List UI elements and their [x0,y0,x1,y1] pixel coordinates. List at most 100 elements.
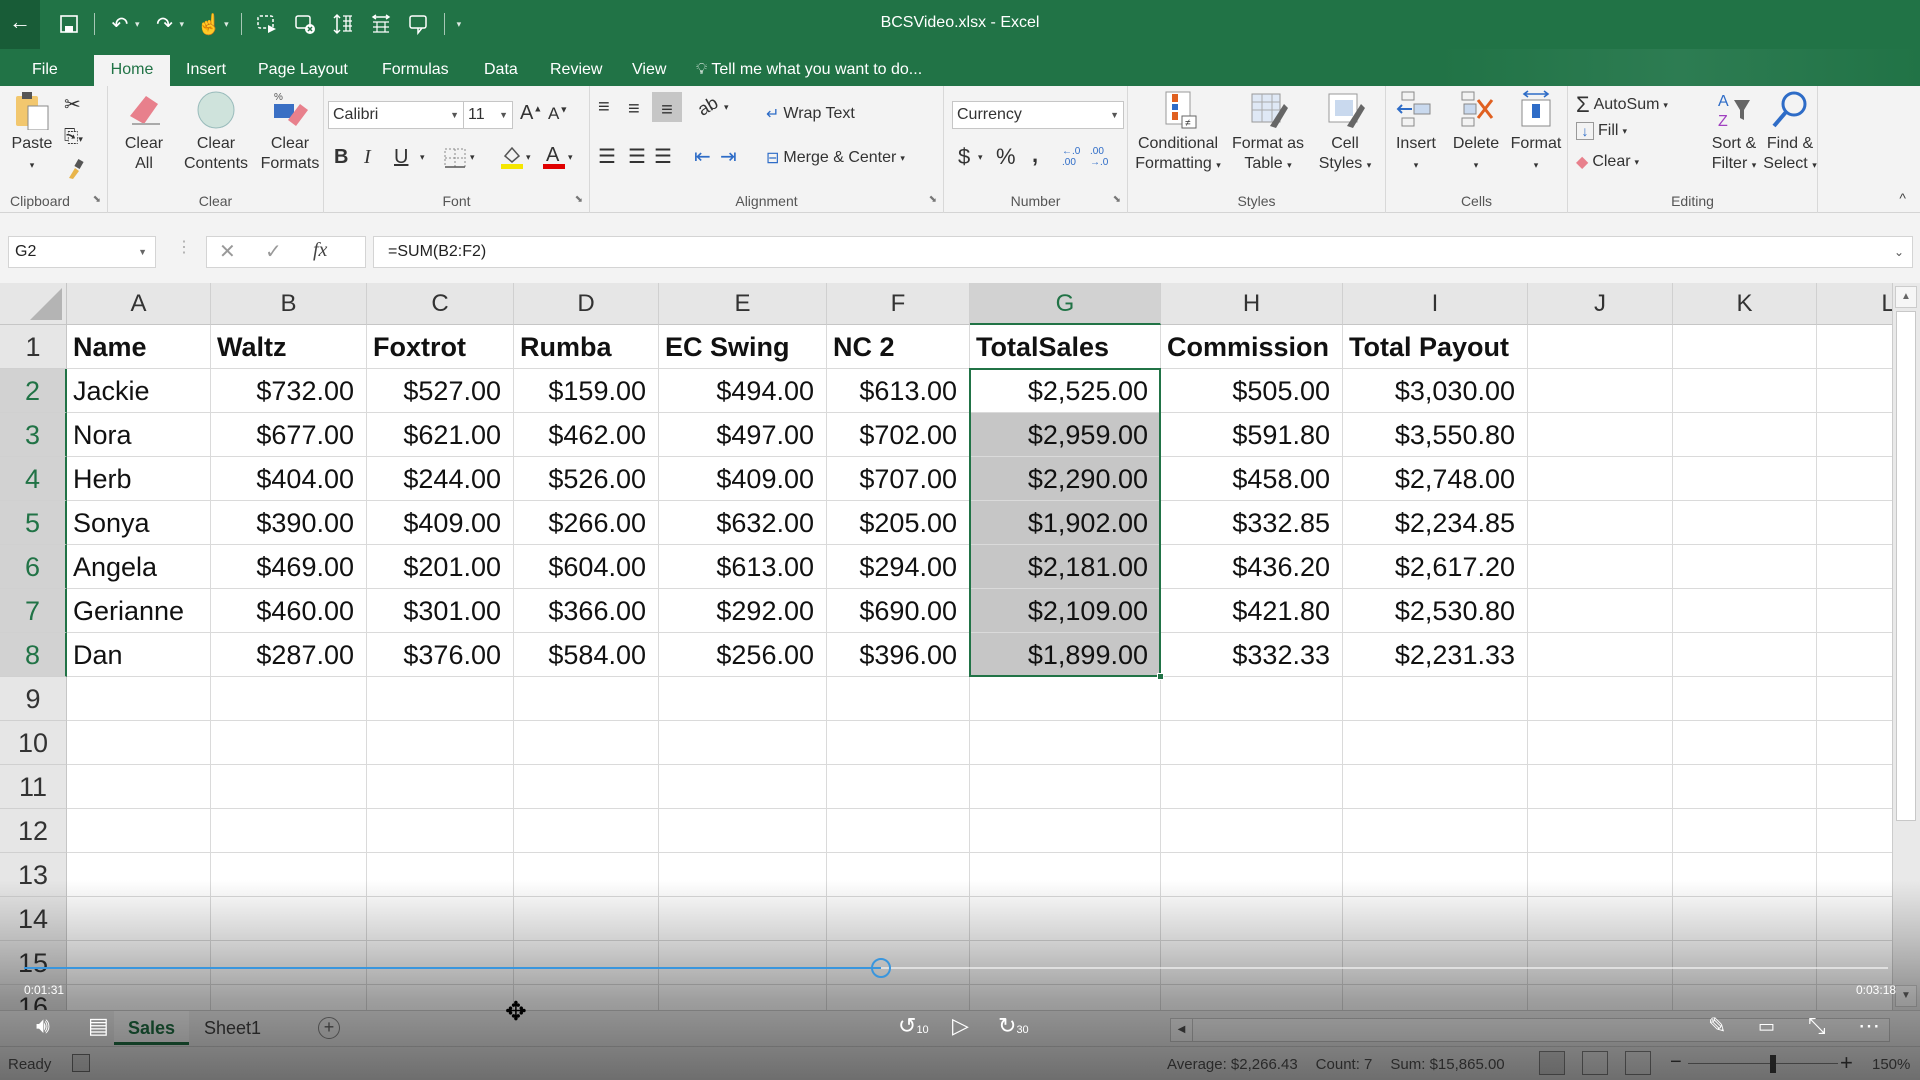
find-select-button[interactable]: Find & Select ▾ [1762,90,1818,175]
cell-d15[interactable] [514,941,659,985]
cell-d12[interactable] [514,809,659,853]
insert-cells-button[interactable]: Insert ▾ [1388,90,1444,175]
cell-c15[interactable] [367,941,514,985]
cell-j2[interactable] [1528,369,1673,413]
align-left-icon[interactable]: ☰ [598,144,616,169]
cell-b11[interactable] [211,765,367,809]
cell-h13[interactable] [1161,853,1343,897]
vertical-scroll-thumb[interactable] [1896,311,1916,821]
row-header-3[interactable]: 3 [0,413,67,457]
align-center-icon[interactable]: ☰ [628,144,646,169]
cell-b12[interactable] [211,809,367,853]
cell-b10[interactable] [211,721,367,765]
cell-h12[interactable] [1161,809,1343,853]
cell-l13[interactable] [1817,853,1892,897]
cell-a14[interactable] [67,897,211,941]
cell-a7[interactable]: Gerianne [67,589,211,633]
cell-i14[interactable] [1343,897,1528,941]
tab-page-layout[interactable]: Page Layout [248,55,358,86]
cell-j9[interactable] [1528,677,1673,721]
cell-c1[interactable]: Foxtrot [367,325,514,369]
cell-e15[interactable] [659,941,827,985]
cell-d8[interactable]: $584.00 [514,633,659,677]
decrease-font-icon[interactable]: A▼ [548,104,568,124]
cell-h11[interactable] [1161,765,1343,809]
borders-icon[interactable] [444,148,466,174]
cell-styles-button[interactable]: Cell Styles ▾ [1310,90,1380,175]
cell-l6[interactable] [1817,545,1892,589]
cut-icon[interactable]: ✂ [64,92,81,117]
cell-d11[interactable] [514,765,659,809]
cell-f7[interactable]: $690.00 [827,589,970,633]
fill-color-dropdown-icon[interactable]: ▾ [526,152,531,163]
column-header-e[interactable]: E [659,283,827,325]
cell-c6[interactable]: $201.00 [367,545,514,589]
clear-all-button[interactable]: Clear All [114,90,174,174]
picture-in-picture-icon[interactable]: ▭ [1758,1016,1775,1037]
align-middle-icon[interactable]: ≡ [628,98,640,121]
cell-c11[interactable] [367,765,514,809]
cell-c10[interactable] [367,721,514,765]
cell-f3[interactable]: $702.00 [827,413,970,457]
cell-j7[interactable] [1528,589,1673,633]
cell-b13[interactable] [211,853,367,897]
zoom-slider-thumb[interactable] [1770,1055,1776,1073]
cell-k3[interactable] [1673,413,1817,457]
row-header-6[interactable]: 6 [0,545,67,589]
borders-dropdown-icon[interactable]: ▾ [470,152,475,163]
sheet-tab-sheet1[interactable]: Sheet1 [190,1011,275,1045]
cell-e6[interactable]: $613.00 [659,545,827,589]
format-as-table-button[interactable]: Format as Table ▾ [1226,90,1310,175]
cell-b4[interactable]: $404.00 [211,457,367,501]
delete-cells-button[interactable]: Delete ▾ [1444,90,1508,175]
cell-k4[interactable] [1673,457,1817,501]
orientation-dropdown-icon[interactable]: ▾ [724,102,729,113]
cell-h14[interactable] [1161,897,1343,941]
name-box[interactable]: G2 ▼ [8,236,156,268]
align-top-icon[interactable]: ≡ [598,96,610,119]
cell-c7[interactable]: $301.00 [367,589,514,633]
zoom-out-icon[interactable]: − [1670,1051,1682,1074]
cell-h6[interactable]: $436.20 [1161,545,1343,589]
clear-contents-button[interactable]: Clear Contents [174,90,258,174]
more-options-icon[interactable]: ⋯ [1858,1013,1880,1039]
cell-k8[interactable] [1673,633,1817,677]
cell-k12[interactable] [1673,809,1817,853]
cell-f11[interactable] [827,765,970,809]
cell-c12[interactable] [367,809,514,853]
cell-a6[interactable]: Angela [67,545,211,589]
cell-c9[interactable] [367,677,514,721]
cell-k14[interactable] [1673,897,1817,941]
video-progress-bar[interactable] [24,958,1888,978]
cell-i8[interactable]: $2,231.33 [1343,633,1528,677]
cell-j12[interactable] [1528,809,1673,853]
column-header-d[interactable]: D [514,283,659,325]
tab-formulas[interactable]: Formulas [372,55,459,86]
font-size-select[interactable]: 11 ▼ [463,101,513,129]
exit-fullscreen-icon[interactable]: ⤡ [1808,1013,1826,1039]
cell-l1[interactable] [1817,325,1892,369]
font-launcher-icon[interactable]: ⬊ [575,194,583,205]
cell-l10[interactable] [1817,721,1892,765]
cell-i6[interactable]: $2,617.20 [1343,545,1528,589]
cell-a15[interactable] [67,941,211,985]
cell-f15[interactable] [827,941,970,985]
cell-g13[interactable] [970,853,1161,897]
cell-b15[interactable] [211,941,367,985]
comma-button[interactable]: , [1032,142,1038,168]
cell-g11[interactable] [970,765,1161,809]
add-sheet-icon[interactable]: + [318,1017,340,1039]
column-header-b[interactable]: B [211,283,367,325]
cell-a9[interactable] [67,677,211,721]
cell-g6[interactable]: $2,181.00 [970,545,1161,589]
cell-i15[interactable] [1343,941,1528,985]
sort-filter-button[interactable]: AZ Sort & Filter ▾ [1706,90,1762,175]
cell-h2[interactable]: $505.00 [1161,369,1343,413]
cell-l3[interactable] [1817,413,1892,457]
column-header-j[interactable]: J [1528,283,1673,325]
column-header-h[interactable]: H [1161,283,1343,325]
column-header-c[interactable]: C [367,283,514,325]
tab-home[interactable]: Home [94,55,170,86]
cell-c8[interactable]: $376.00 [367,633,514,677]
cell-f13[interactable] [827,853,970,897]
